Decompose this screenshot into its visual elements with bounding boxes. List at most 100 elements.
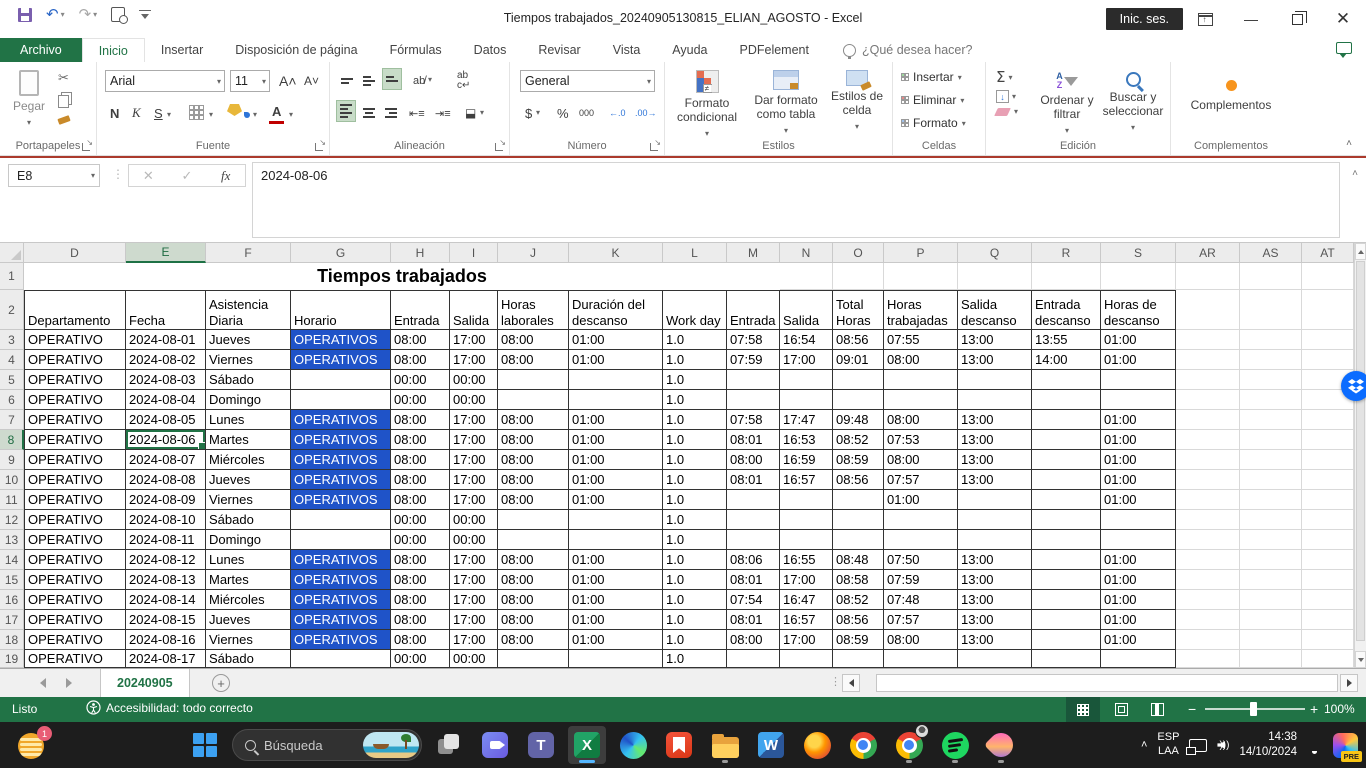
row-header-2[interactable]: 2	[0, 290, 24, 330]
cell-F12[interactable]: Sábado	[206, 510, 291, 530]
cell-G10[interactable]: OPERATIVOS	[291, 470, 391, 490]
cell-G15[interactable]: OPERATIVOS	[291, 570, 391, 590]
cell-S13[interactable]	[1101, 530, 1176, 550]
header-cell[interactable]: Salida	[450, 290, 498, 330]
cell-I15[interactable]: 17:00	[450, 570, 498, 590]
cell-D19[interactable]: OPERATIVO	[24, 650, 126, 668]
cell-L11[interactable]: 1.0	[663, 490, 727, 510]
cell-M19[interactable]	[727, 650, 780, 668]
cell-S11[interactable]: 01:00	[1101, 490, 1176, 510]
underline-button[interactable]: S	[151, 102, 166, 124]
zoom-slider-thumb[interactable]	[1250, 702, 1257, 716]
cell-R7[interactable]	[1032, 410, 1101, 430]
cell-F18[interactable]: Viernes	[206, 630, 291, 650]
word-taskbar-icon[interactable]: W	[752, 726, 790, 764]
cell-D9[interactable]: OPERATIVO	[24, 450, 126, 470]
cell-F13[interactable]: Domingo	[206, 530, 291, 550]
cell-N3[interactable]: 16:54	[780, 330, 833, 350]
cell-S18[interactable]: 01:00	[1101, 630, 1176, 650]
middle-align-button[interactable]	[360, 70, 378, 92]
top-align-button[interactable]	[338, 70, 356, 92]
cell-M10[interactable]: 08:01	[727, 470, 780, 490]
header-cell[interactable]: Horario	[291, 290, 391, 330]
excel-taskbar-icon[interactable]: X	[568, 726, 606, 764]
row-header-8[interactable]: 8	[0, 430, 24, 450]
orientation-button[interactable]: ab̸	[410, 70, 428, 92]
fill-color-icon[interactable]	[227, 104, 242, 116]
cell[interactable]	[1302, 350, 1354, 370]
cell-H13[interactable]: 00:00	[391, 530, 450, 550]
cell[interactable]	[884, 263, 958, 290]
cell-L6[interactable]: 1.0	[663, 390, 727, 410]
align-right-button[interactable]	[382, 102, 400, 124]
cell-K12[interactable]	[569, 510, 663, 530]
cell-E18[interactable]: 2024-08-16	[126, 630, 206, 650]
zoom-in-icon[interactable]: +	[1310, 701, 1318, 717]
vertical-scroll-thumb[interactable]	[1356, 261, 1365, 641]
cell-Q11[interactable]	[958, 490, 1032, 510]
italic-button[interactable]: K	[129, 102, 144, 124]
cell-K13[interactable]	[569, 530, 663, 550]
cell-J11[interactable]: 08:00	[498, 490, 569, 510]
cell-K15[interactable]: 01:00	[569, 570, 663, 590]
cell-P10[interactable]: 07:57	[884, 470, 958, 490]
cell-S10[interactable]: 01:00	[1101, 470, 1176, 490]
cell-I18[interactable]: 17:00	[450, 630, 498, 650]
cell-P13[interactable]	[884, 530, 958, 550]
cell-N8[interactable]: 16:53	[780, 430, 833, 450]
cell-N18[interactable]: 17:00	[780, 630, 833, 650]
cell-Q3[interactable]: 13:00	[958, 330, 1032, 350]
cell-Q5[interactable]	[958, 370, 1032, 390]
comma-style-button[interactable]: 000	[576, 102, 597, 124]
cell-I17[interactable]: 17:00	[450, 610, 498, 630]
cell-P18[interactable]: 08:00	[884, 630, 958, 650]
search-highlight-image[interactable]	[363, 732, 419, 758]
cell-S15[interactable]: 01:00	[1101, 570, 1176, 590]
cell-H16[interactable]: 08:00	[391, 590, 450, 610]
cell-I7[interactable]: 17:00	[450, 410, 498, 430]
cell[interactable]	[1302, 610, 1354, 630]
cell-F8[interactable]: Martes	[206, 430, 291, 450]
cell-D14[interactable]: OPERATIVO	[24, 550, 126, 570]
cell[interactable]	[1302, 410, 1354, 430]
autosum-button[interactable]: Σ ▾	[996, 68, 1018, 86]
chrome-profile-taskbar-icon[interactable]	[890, 724, 929, 764]
cell-P6[interactable]	[884, 390, 958, 410]
minimize-button[interactable]: —	[1228, 0, 1274, 38]
cell[interactable]	[1176, 410, 1240, 430]
cell[interactable]	[1302, 470, 1354, 490]
cell-O6[interactable]	[833, 390, 884, 410]
cell-N15[interactable]: 17:00	[780, 570, 833, 590]
cell[interactable]	[1240, 550, 1302, 570]
cell-I14[interactable]: 17:00	[450, 550, 498, 570]
cell[interactable]	[1302, 590, 1354, 610]
tab-vista[interactable]: Vista	[597, 38, 657, 62]
accessibility-status[interactable]: Accesibilidad: todo correcto	[86, 700, 253, 715]
cell-P9[interactable]: 08:00	[884, 450, 958, 470]
cell-D4[interactable]: OPERATIVO	[24, 350, 126, 370]
cell-R10[interactable]	[1032, 470, 1101, 490]
cell-Q19[interactable]	[958, 650, 1032, 668]
cell-G7[interactable]: OPERATIVOS	[291, 410, 391, 430]
cell-H7[interactable]: 08:00	[391, 410, 450, 430]
cell-F9[interactable]: Miércoles	[206, 450, 291, 470]
cell-G16[interactable]: OPERATIVOS	[291, 590, 391, 610]
sheet-tab-20240905[interactable]: 20240905	[100, 669, 190, 697]
cell-R12[interactable]	[1032, 510, 1101, 530]
collapse-ribbon-icon[interactable]: ˄	[1346, 138, 1352, 149]
cell[interactable]	[833, 263, 884, 290]
cell-S5[interactable]	[1101, 370, 1176, 390]
cell-D11[interactable]: OPERATIVO	[24, 490, 126, 510]
cell-O10[interactable]: 08:56	[833, 470, 884, 490]
cell-E5[interactable]: 2024-08-03	[126, 370, 206, 390]
cell[interactable]	[1240, 630, 1302, 650]
cell-I12[interactable]: 00:00	[450, 510, 498, 530]
notification-bell-icon[interactable]	[1307, 737, 1323, 754]
cell-M6[interactable]	[727, 390, 780, 410]
cell-D3[interactable]: OPERATIVO	[24, 330, 126, 350]
sheet-next-icon[interactable]	[66, 678, 72, 688]
cell-Q18[interactable]: 13:00	[958, 630, 1032, 650]
cancel-icon[interactable]: ✕	[129, 165, 168, 186]
cell-G3[interactable]: OPERATIVOS	[291, 330, 391, 350]
cell[interactable]	[1176, 630, 1240, 650]
